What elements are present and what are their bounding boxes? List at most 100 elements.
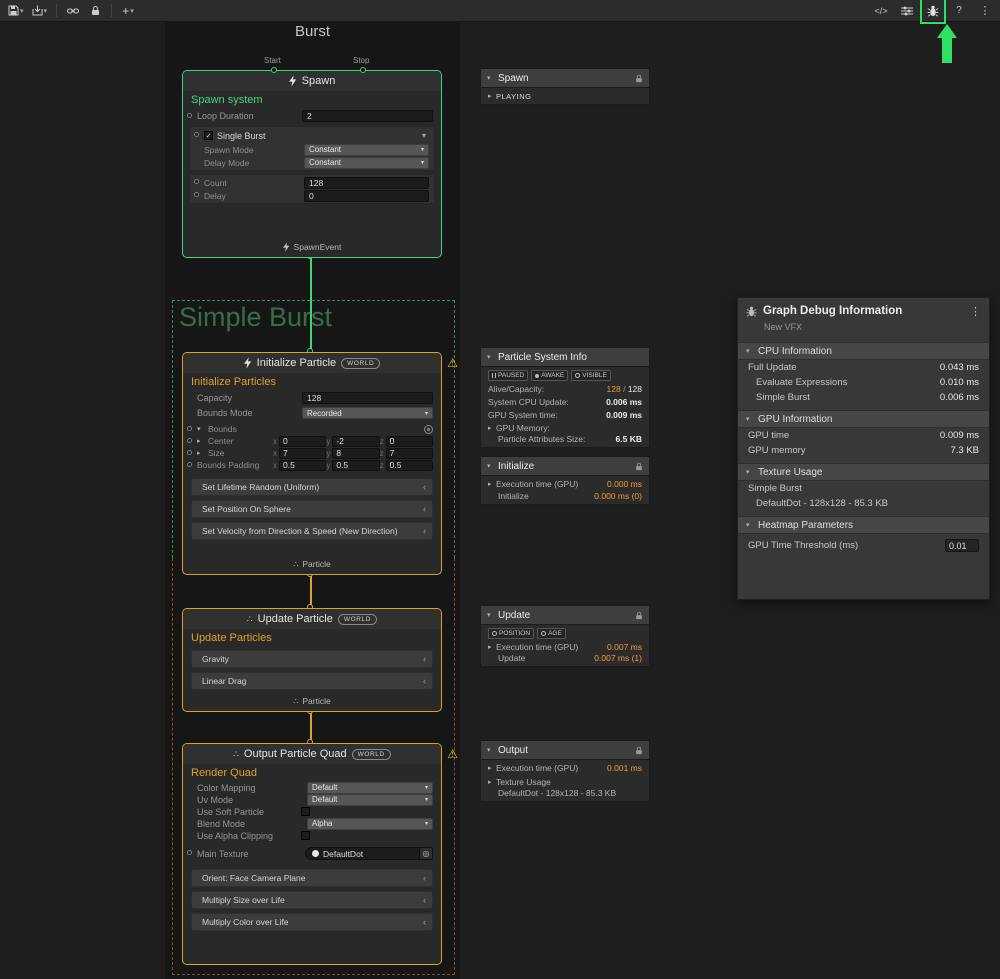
block-gravity[interactable]: Gravity ‹ <box>191 650 433 668</box>
update-panel-header[interactable]: ▾ Update <box>481 606 649 625</box>
lock-icon[interactable] <box>635 611 643 620</box>
size-z-field[interactable]: 7 <box>386 448 433 459</box>
bounds-padding-port[interactable] <box>187 462 192 467</box>
center-z-field[interactable]: 0 <box>386 436 433 447</box>
fold-open-icon[interactable]: ▾ <box>487 462 495 470</box>
lock-icon[interactable] <box>635 746 643 755</box>
fold-open-icon[interactable]: ▾ <box>487 746 495 754</box>
padding-y-field[interactable]: 0.5 <box>332 460 379 471</box>
block-set-lifetime[interactable]: Set Lifetime Random (Uniform) ‹ <box>191 478 433 496</box>
kebab-icon[interactable]: ⋮ <box>970 305 981 318</box>
delay-field[interactable]: 0 <box>304 190 429 202</box>
lock-icon[interactable] <box>635 74 643 83</box>
update-node[interactable]: ∴ Update Particle WORLD Update Particles… <box>182 608 442 712</box>
delay-mode-dropdown[interactable]: Constant ▾ <box>304 157 429 169</box>
stop-port[interactable] <box>360 67 366 73</box>
size-x-field[interactable]: 7 <box>279 448 326 459</box>
spawn-node-header[interactable]: Spawn <box>183 71 441 91</box>
loop-duration-field[interactable]: 2 <box>302 110 433 122</box>
gpu-time-threshold-field[interactable]: 0.01 <box>945 539 979 552</box>
code-view-button[interactable]: </> <box>872 2 890 20</box>
block-multiply-size[interactable]: Multiply Size over Life ‹ <box>191 891 433 909</box>
save-dropdown-caret-icon[interactable]: ▾ <box>20 7 24 15</box>
center-port[interactable] <box>187 438 192 443</box>
center-y-field[interactable]: -2 <box>332 436 379 447</box>
fold-closed-icon[interactable]: ▸ <box>488 424 496 432</box>
block-chevron-icon[interactable]: ‹ <box>423 654 426 664</box>
info-panel-header[interactable]: ▾ Particle System Info <box>481 348 649 367</box>
capacity-field[interactable]: 128 <box>302 392 433 404</box>
bounds-mode-dropdown[interactable]: Recorded ▾ <box>302 407 433 419</box>
single-burst-port[interactable] <box>194 132 199 137</box>
block-orient-camera[interactable]: Orient: Face Camera Plane ‹ <box>191 869 433 887</box>
cpu-information-section[interactable]: ▾ CPU Information <box>738 342 989 360</box>
spawn-node[interactable]: Start Stop Spawn Spawn system Loop Durat… <box>182 70 442 258</box>
use-alpha-clipping-checkbox[interactable] <box>301 831 310 840</box>
save-button[interactable]: ▾ <box>6 2 26 20</box>
fold-open-icon[interactable]: ▾ <box>487 74 495 82</box>
block-linear-drag[interactable]: Linear Drag ‹ <box>191 672 433 690</box>
block-chevron-icon[interactable]: ‹ <box>423 873 426 883</box>
bounds-tool-icon[interactable] <box>424 425 433 434</box>
fold-open-icon[interactable]: ▾ <box>746 347 754 355</box>
padding-x-field[interactable]: 0.5 <box>279 460 326 471</box>
output-node[interactable]: ⚠ ∴ Output Particle Quad WORLD Render Qu… <box>182 743 442 965</box>
burst-values-block[interactable]: Count 128 Delay 0 <box>189 174 435 204</box>
lock-toggle-button[interactable] <box>86 2 104 20</box>
debug-toggle-button[interactable] <box>924 2 942 20</box>
toolbar-menu-button[interactable]: ⋮ <box>976 2 994 20</box>
gpu-information-section[interactable]: ▾ GPU Information <box>738 410 989 428</box>
fold-closed-icon[interactable]: ▸ <box>488 643 496 651</box>
use-soft-particle-checkbox[interactable] <box>301 807 310 816</box>
graph-debug-window[interactable]: Graph Debug Information ⋮ New VFX ▾ CPU … <box>737 297 990 600</box>
warning-icon[interactable]: ⚠ <box>447 356 458 370</box>
collapse-chevron-icon[interactable]: ▾ <box>422 131 426 140</box>
fold-closed-icon[interactable]: ▸ <box>488 92 496 100</box>
help-button[interactable]: ? <box>950 2 968 20</box>
fold-open-icon[interactable]: ▾ <box>197 425 205 433</box>
spawn-mode-dropdown[interactable]: Constant ▾ <box>304 144 429 156</box>
count-port[interactable] <box>194 179 199 184</box>
fold-open-icon[interactable]: ▾ <box>746 521 754 529</box>
fold-open-icon[interactable]: ▾ <box>487 611 495 619</box>
output-node-header[interactable]: ∴ Output Particle Quad WORLD <box>183 744 441 764</box>
lock-icon[interactable] <box>635 462 643 471</box>
add-dropdown-caret-icon[interactable]: ▾ <box>130 7 134 15</box>
block-chevron-icon[interactable]: ‹ <box>423 526 426 536</box>
fold-closed-icon[interactable]: ▸ <box>197 449 205 457</box>
block-chevron-icon[interactable]: ‹ <box>423 917 426 927</box>
fold-closed-icon[interactable]: ▸ <box>197 437 205 445</box>
single-burst-checkbox[interactable]: ✓ <box>204 131 213 140</box>
debug-window-header[interactable]: Graph Debug Information ⋮ <box>738 298 989 320</box>
fold-open-icon[interactable]: ▾ <box>746 415 754 423</box>
fold-closed-icon[interactable]: ▸ <box>488 778 496 786</box>
output-panel-header[interactable]: ▾ Output <box>481 741 649 760</box>
initialize-node[interactable]: ⚠ Initialize Particle WORLD Initialize P… <box>182 352 442 575</box>
settings-button[interactable] <box>898 2 916 20</box>
start-port[interactable] <box>271 67 277 73</box>
warning-icon[interactable]: ⚠ <box>447 747 458 761</box>
uv-mode-dropdown[interactable]: Default ▾ <box>307 794 433 806</box>
initialize-panel-header[interactable]: ▾ Initialize <box>481 457 649 476</box>
size-port[interactable] <box>187 450 192 455</box>
object-picker-icon[interactable]: ◎ <box>420 847 433 860</box>
size-y-field[interactable]: 8 <box>332 448 379 459</box>
add-button[interactable]: + ▾ <box>119 2 137 20</box>
initialize-node-header[interactable]: Initialize Particle WORLD <box>183 353 441 373</box>
fold-open-icon[interactable]: ▾ <box>487 353 495 361</box>
main-texture-port[interactable] <box>187 850 192 855</box>
block-set-position-sphere[interactable]: Set Position On Sphere ‹ <box>191 500 433 518</box>
bounds-port[interactable] <box>187 426 192 431</box>
world-badge[interactable]: WORLD <box>341 358 380 369</box>
loop-duration-port[interactable] <box>187 113 192 118</box>
texture-usage-section[interactable]: ▾ Texture Usage <box>738 463 989 481</box>
link-toggle-button[interactable] <box>64 2 82 20</box>
block-multiply-color[interactable]: Multiply Color over Life ‹ <box>191 913 433 931</box>
color-mapping-dropdown[interactable]: Default ▾ <box>307 782 433 794</box>
block-chevron-icon[interactable]: ‹ <box>423 482 426 492</box>
fold-closed-icon[interactable]: ▸ <box>488 480 496 488</box>
spawn-panel-header[interactable]: ▾ Spawn <box>481 69 649 88</box>
block-chevron-icon[interactable]: ‹ <box>423 895 426 905</box>
block-chevron-icon[interactable]: ‹ <box>423 676 426 686</box>
export-button[interactable]: ▾ <box>30 2 50 20</box>
